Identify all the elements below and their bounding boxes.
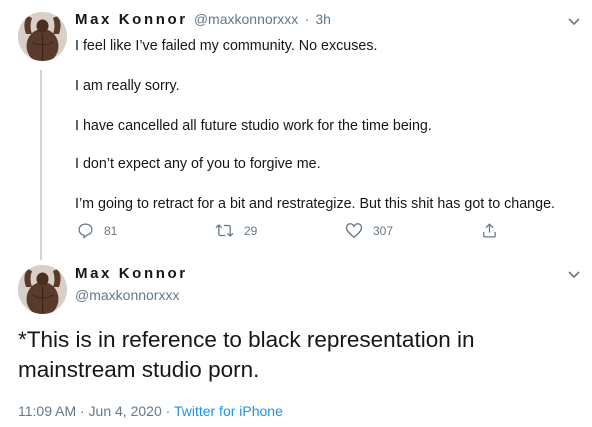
chevron-down-icon[interactable] — [566, 266, 582, 282]
tweet-text-line: I feel like I’ve failed my community. No… — [75, 38, 378, 54]
tweet-time[interactable]: 3h — [315, 11, 331, 27]
reply-button[interactable]: 81 — [77, 222, 117, 239]
display-name[interactable]: Max Konnor — [75, 11, 188, 28]
tweet2-name-row: Max Konnor — [75, 265, 188, 282]
retweet-button[interactable]: 29 — [215, 222, 257, 239]
heart-icon — [345, 223, 363, 239]
retweet-icon — [215, 224, 234, 237]
thread-line — [40, 70, 42, 260]
tweet-meta: 11:09 AM · Jun 4, 2020 · Twitter for iPh… — [18, 403, 283, 419]
reply-count: 81 — [104, 223, 118, 238]
tweet-text-line: I am really sorry. — [75, 78, 180, 94]
tweet-text: *This is in reference to black represent… — [18, 327, 475, 382]
user-handle[interactable]: @maxkonnorxxx — [75, 287, 179, 303]
tweet-timestamp[interactable]: 11:09 AM · Jun 4, 2020 — [18, 403, 162, 419]
tweet-text-line: I’m going to retract for a bit and restr… — [75, 196, 555, 212]
tweet-source-link[interactable]: Twitter for iPhone — [174, 403, 283, 419]
tweet-text-line: I don’t expect any of you to forgive me. — [75, 156, 321, 172]
reply-icon — [78, 223, 93, 239]
like-count: 307 — [373, 223, 394, 238]
tweet-text-line: I have cancelled all future studio work … — [75, 118, 432, 134]
avatar[interactable] — [18, 12, 67, 61]
tweet1-header: Max Konnor @maxkonnorxxx · 3h — [75, 11, 331, 28]
chevron-down-icon[interactable] — [566, 13, 582, 29]
display-name[interactable]: Max Konnor — [75, 265, 188, 282]
separator-dot: · — [165, 403, 171, 419]
avatar[interactable] — [18, 265, 67, 314]
user-handle[interactable]: @maxkonnorxxx — [194, 11, 298, 27]
retweet-count: 29 — [244, 223, 258, 238]
like-button[interactable]: 307 — [345, 222, 393, 239]
share-icon — [483, 223, 496, 238]
separator-dot: · — [304, 11, 310, 27]
share-button[interactable] — [481, 222, 498, 239]
